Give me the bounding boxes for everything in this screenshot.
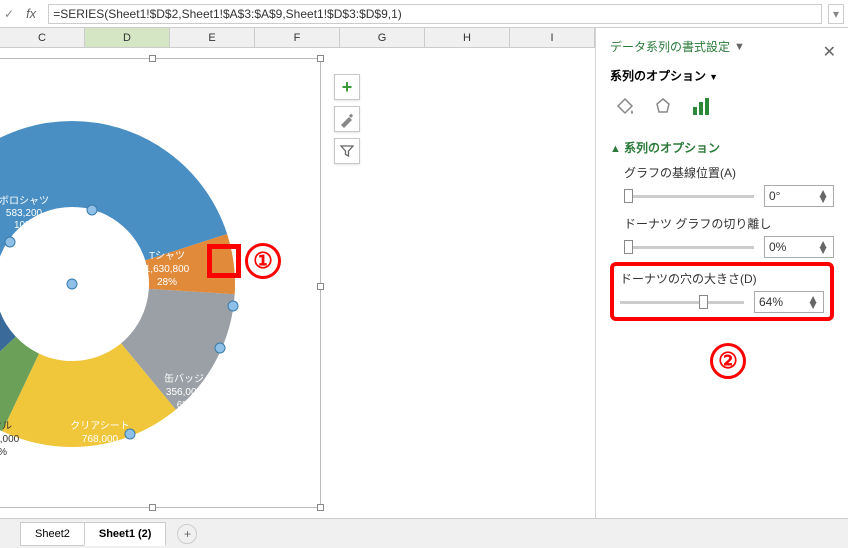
close-icon[interactable]: ✕: [823, 42, 836, 62]
angle-control: グラフの基線位置(A) 0°▲▼: [624, 164, 834, 207]
format-pane: データ系列の書式設定▼ ✕ 系列のオプション ▼ ▲ 系列のオプション グラフの…: [596, 28, 848, 518]
angle-input[interactable]: 0°▲▼: [764, 185, 834, 207]
svg-text:タオル: タオル: [0, 420, 12, 432]
section-header[interactable]: ▲ 系列のオプション: [610, 139, 834, 156]
chart-object[interactable]: Tシャツ 1,630,800 28% 缶バッジ 356,000 6% クリアシート 768…: [0, 58, 321, 508]
chart-elements-button[interactable]: +: [334, 74, 360, 100]
sheet-tab[interactable]: Sheet1 (2): [84, 522, 167, 546]
number-badge-2: ②: [710, 343, 746, 379]
svg-text:クリアシート: クリアシート: [70, 420, 130, 432]
svg-text:Tシャツ: Tシャツ: [149, 251, 185, 262]
accept-icon[interactable]: ✓: [4, 7, 14, 21]
chart-tools: +: [334, 74, 360, 164]
series-options-icon[interactable]: [690, 96, 712, 121]
explosion-control: ドーナツ グラフの切り離し 0%▲▼: [624, 215, 834, 258]
number-badge-1: ①: [245, 243, 281, 279]
col-header[interactable]: I: [510, 28, 595, 47]
svg-text:1,630,800: 1,630,800: [145, 264, 190, 275]
effects-icon[interactable]: [652, 96, 674, 121]
col-header[interactable]: F: [255, 28, 340, 47]
svg-text:10%: 10%: [14, 220, 34, 231]
pane-title: データ系列の書式設定▼: [610, 38, 834, 55]
hole-size-label: ドーナツの穴の大きさ(D): [620, 270, 824, 287]
angle-slider[interactable]: [624, 195, 754, 198]
fx-label[interactable]: fx: [20, 6, 42, 21]
chart-styles-button[interactable]: [334, 106, 360, 132]
col-header[interactable]: G: [340, 28, 425, 47]
hole-size-highlight: ドーナツの穴の大きさ(D) 64%▲▼: [610, 262, 834, 321]
sheet-tab[interactable]: Sheet2: [20, 522, 85, 546]
category-icons: [614, 96, 834, 121]
svg-text:1,078,000: 1,078,000: [0, 434, 20, 445]
series-options-dropdown[interactable]: 系列のオプション ▼: [610, 67, 834, 84]
col-header[interactable]: D: [85, 28, 170, 47]
hole-size-control: ドーナツの穴の大きさ(D) 64%▲▼: [620, 270, 824, 313]
chart-filter-button[interactable]: [334, 138, 360, 164]
explosion-input[interactable]: 0%▲▼: [764, 236, 834, 258]
explosion-slider[interactable]: [624, 246, 754, 249]
svg-text:356,000: 356,000: [166, 387, 203, 398]
formula-bar: ✓ fx ▾: [0, 0, 848, 28]
svg-text:ボロシャツ: ボロシャツ: [0, 195, 49, 207]
col-header[interactable]: H: [425, 28, 510, 47]
hole-size-input[interactable]: 64%▲▼: [754, 291, 824, 313]
explosion-label: ドーナツ グラフの切り離し: [624, 215, 834, 232]
col-header[interactable]: E: [170, 28, 255, 47]
svg-text:6%: 6%: [177, 400, 192, 411]
sheet-tabs: Sheet2 Sheet1 (2) +: [0, 518, 848, 548]
annotation-1: ①: [207, 243, 281, 279]
svg-text:18%: 18%: [0, 447, 7, 458]
svg-text:768,000: 768,000: [82, 434, 119, 445]
angle-label: グラフの基線位置(A): [624, 164, 834, 181]
svg-text:缶バッジ: 缶バッジ: [164, 372, 204, 385]
col-header[interactable]: C: [0, 28, 85, 47]
svg-text:28%: 28%: [157, 277, 177, 288]
svg-text:13%: 13%: [90, 447, 110, 458]
doughnut-chart[interactable]: Tシャツ 1,630,800 28% 缶バッジ 356,000 6% クリアシート 768…: [0, 59, 322, 509]
formula-input[interactable]: [48, 4, 822, 24]
red-square-marker: [207, 244, 241, 278]
worksheet-area: C D E F G H I: [0, 28, 596, 518]
column-headers: C D E F G H I: [0, 28, 595, 48]
svg-text:583,200: 583,200: [6, 208, 43, 219]
fill-icon[interactable]: [614, 96, 636, 121]
hole-size-slider[interactable]: [620, 301, 744, 304]
formula-expand-icon[interactable]: ▾: [828, 4, 844, 24]
new-sheet-button[interactable]: +: [177, 524, 197, 544]
